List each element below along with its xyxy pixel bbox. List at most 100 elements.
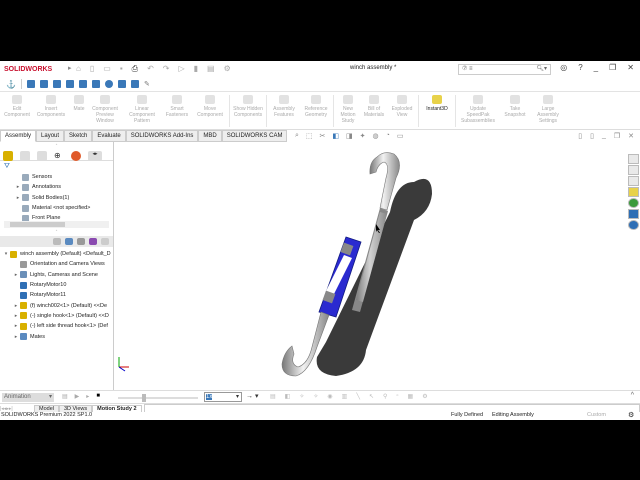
featuremanager-tab-icon[interactable]	[3, 151, 13, 161]
tree-item[interactable]: Front Plane	[14, 213, 113, 221]
new-icon[interactable]: ▯	[90, 64, 94, 74]
restore-button[interactable]: ❐	[609, 63, 616, 72]
expand-arrow[interactable]: ▾	[2, 251, 10, 257]
motor-icon[interactable]: ◉	[327, 393, 332, 400]
options-gear-icon[interactable]: ⚙	[224, 64, 231, 74]
tree-item[interactable]: Sensors	[14, 172, 113, 182]
expand-arrow[interactable]: ▸	[14, 184, 22, 190]
tree-option-icon[interactable]	[101, 238, 109, 245]
rebuild-icon[interactable]: ▮	[194, 64, 198, 74]
help-icon[interactable]: ?	[578, 63, 582, 72]
tree-item[interactable]: ▸ (-) single hook<1> (Default) <<D	[2, 311, 113, 321]
tab-layout[interactable]: Layout	[36, 130, 65, 142]
add-key-icon[interactable]: ✧	[313, 393, 318, 400]
tab-solidworks-cam[interactable]: SOLIDWORKS CAM	[221, 130, 288, 142]
tree-item[interactable]: RotaryMotor10	[2, 280, 113, 290]
view-cube-icon[interactable]	[65, 80, 74, 88]
design-library-icon[interactable]	[628, 165, 639, 175]
command-insert-components-button[interactable]: Insert Components	[32, 93, 70, 129]
save-icon[interactable]: ▪	[120, 64, 123, 74]
results-icon[interactable]: ▦	[408, 393, 414, 400]
pencil-icon[interactable]: ✎	[144, 80, 150, 88]
shaded-view-icon[interactable]	[104, 80, 113, 88]
command-mate-button[interactable]: Mate	[70, 93, 88, 129]
display-style-icon[interactable]: ◨	[346, 132, 353, 140]
view-palette-icon[interactable]	[628, 187, 639, 197]
command-assembly-features-button[interactable]: Assembly Features	[268, 93, 300, 129]
command-move-component-button[interactable]: Move Component	[192, 93, 228, 129]
undo-icon[interactable]: ↶	[147, 64, 154, 74]
tree-item[interactable]: ▾ winch assembly (Default) <Default_D	[2, 249, 113, 259]
status-options-icon[interactable]: ⚙	[628, 411, 634, 419]
file-explorer-icon[interactable]	[628, 176, 639, 186]
tab-scroll-arrows[interactable]: |◂◂▸▸|	[0, 406, 34, 412]
appearances-icon[interactable]	[628, 198, 639, 208]
tree-option-icon[interactable]	[77, 238, 85, 245]
expand-arrow[interactable]: ▸	[12, 323, 20, 329]
command-instant3d-button[interactable]: Instant3D	[420, 93, 454, 129]
home-icon[interactable]: ⌂	[76, 64, 81, 74]
collapse-icon[interactable]: ^	[631, 392, 634, 399]
custom-properties-icon[interactable]	[628, 209, 639, 219]
view-cube-icon[interactable]	[52, 80, 61, 88]
solidworks-resources-icon[interactable]	[628, 154, 639, 164]
close-button[interactable]: ✕	[627, 63, 634, 72]
command-take-snapshot-button[interactable]: Take Snapshot	[499, 93, 531, 129]
save-animation-icon[interactable]: ▤	[270, 393, 276, 400]
command-update-speedpak-subassemblies-button[interactable]: Update SpeedPak Subassemblies	[457, 93, 499, 129]
viewport-close[interactable]: ✕	[628, 132, 634, 140]
menu-expand-arrow[interactable]: ▸	[68, 64, 72, 72]
tile-icon[interactable]: ▯	[590, 132, 594, 140]
display-manager-tab-icon[interactable]	[71, 151, 81, 161]
playback-mode-icon[interactable]: → ▾	[246, 392, 258, 400]
graphics-area[interactable]	[114, 142, 626, 390]
tab-assembly[interactable]: Assembly	[0, 130, 37, 142]
filter-icon[interactable]: ⛛	[0, 161, 113, 172]
search-icon[interactable]: 🔍︎▾	[536, 65, 547, 74]
redo-icon[interactable]: ↷	[163, 64, 170, 74]
tree-item[interactable]: ▸ (f) winch002<1> (Default) <<De	[2, 300, 113, 310]
configurationmanager-tab-icon[interactable]	[37, 151, 47, 161]
autokey-icon[interactable]: ✧	[299, 393, 304, 400]
tab-evaluate[interactable]: Evaluate	[92, 130, 126, 142]
command-smart-fasteners-button[interactable]: Smart Fasteners	[162, 93, 192, 129]
file-properties-icon[interactable]: ▤	[207, 64, 215, 74]
playback-slider[interactable]	[118, 394, 198, 402]
viewport-minimize[interactable]: _	[602, 132, 606, 140]
spring-icon[interactable]: ▥	[342, 393, 348, 400]
command-show-hidden-components-button[interactable]: Show Hidden Components	[231, 93, 265, 129]
tree-item[interactable]: ▸ Solid Bodies(1)	[14, 193, 113, 203]
search-input[interactable]: ⑦ ≡ 🔍︎▾	[458, 64, 551, 75]
section-icon[interactable]: ✂	[320, 132, 326, 140]
zoom-fit-icon[interactable]: ⌕	[295, 132, 299, 140]
shaded-view-icon[interactable]	[130, 80, 139, 88]
appearance-icon[interactable]: ◍	[373, 132, 379, 140]
expand-arrow[interactable]: ▸	[12, 313, 20, 319]
playback-speed-select[interactable]: 1x ▾	[204, 392, 242, 402]
filter-tree-icon[interactable]	[53, 238, 61, 245]
command-reference-geometry-button[interactable]: Reference Geometry	[300, 93, 332, 129]
hide-show-icon[interactable]: ✦	[360, 132, 366, 140]
view-cube-icon[interactable]	[26, 80, 35, 88]
display-icon[interactable]: ▭	[397, 132, 404, 140]
command-large-assembly-settings-button[interactable]: Large Assembly Settings	[531, 93, 565, 129]
tab-mbd[interactable]: MBD	[198, 130, 222, 142]
shaded-view-icon[interactable]	[117, 80, 126, 88]
splitter-handle[interactable]: ◦	[0, 228, 113, 236]
view-cube-icon[interactable]	[91, 80, 100, 88]
expand-arrow[interactable]: ▸	[14, 195, 22, 201]
propertymanager-tab-icon[interactable]	[20, 151, 30, 161]
tab-solidworks-add-ins[interactable]: SOLIDWORKS Add-Ins	[125, 130, 199, 142]
tree-item[interactable]: Material <not specified>	[14, 203, 113, 213]
horizontal-scrollbar[interactable]	[4, 221, 109, 228]
play-icon[interactable]: ▸	[86, 393, 89, 400]
anchor-icon[interactable]: ⚓	[6, 80, 16, 89]
damper-icon[interactable]: ╲	[356, 393, 360, 400]
tree-item[interactable]: Orientation and Camera Views	[2, 259, 113, 269]
calculate-icon[interactable]: ▤	[62, 393, 68, 400]
view-orientation-icon[interactable]: ◧	[332, 132, 339, 140]
study-properties-icon[interactable]: ⚙	[422, 393, 427, 400]
unit-system-select[interactable]: Custom	[587, 412, 606, 418]
tab-sketch[interactable]: Sketch	[64, 130, 93, 142]
scene-icon[interactable]: ◔	[386, 132, 390, 140]
